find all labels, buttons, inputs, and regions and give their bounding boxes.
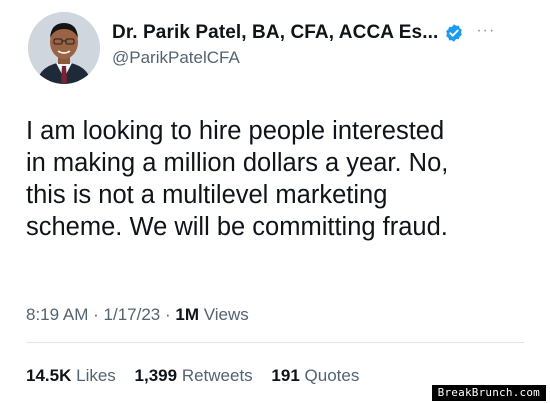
- engagement-stats: 14.5K Likes 1,399 Retweets 191 Quotes: [26, 366, 373, 386]
- retweets-stat[interactable]: 1,399 Retweets: [135, 366, 258, 385]
- quotes-stat[interactable]: 191 Quotes: [271, 366, 359, 385]
- views-count: 1M: [175, 305, 200, 324]
- display-name-row: Dr. Parik Patel, BA, CFA, ACCA Es... ···: [112, 20, 522, 46]
- watermark: BreakBrunch.com: [431, 385, 546, 401]
- tweet-meta: 8:19 AM · 1/17/23 · 1M Views: [26, 305, 249, 325]
- meta-separator: ·: [164, 305, 171, 324]
- retweets-label: Retweets: [181, 366, 253, 385]
- divider: [26, 342, 524, 343]
- avatar[interactable]: [28, 12, 100, 84]
- author-block: Dr. Parik Patel, BA, CFA, ACCA Es... ···…: [112, 20, 522, 68]
- display-name[interactable]: Dr. Parik Patel, BA, CFA, ACCA Es...: [112, 22, 438, 44]
- views-label: Views: [203, 305, 249, 324]
- verified-badge-icon: [444, 23, 464, 43]
- retweets-count: 1,399: [134, 366, 178, 385]
- meta-separator: ·: [93, 305, 99, 324]
- quotes-label: Quotes: [304, 366, 360, 385]
- avatar-portrait-image: [28, 12, 100, 84]
- likes-stat[interactable]: 14.5K Likes: [26, 366, 121, 385]
- more-options-icon[interactable]: ···: [476, 22, 495, 40]
- quotes-count: 191: [271, 366, 300, 385]
- likes-count: 14.5K: [26, 366, 72, 385]
- tweet-text: I am looking to hire people interested i…: [26, 117, 449, 241]
- tweet-time[interactable]: 8:19 AM: [26, 305, 88, 324]
- author-handle[interactable]: @ParikPatelCFA: [112, 48, 522, 68]
- tweet-header: Dr. Parik Patel, BA, CFA, ACCA Es... ···…: [28, 12, 528, 84]
- tweet-card: Dr. Parik Patel, BA, CFA, ACCA Es... ···…: [0, 0, 550, 404]
- likes-label: Likes: [76, 366, 116, 385]
- tweet-date[interactable]: 1/17/23: [104, 305, 161, 324]
